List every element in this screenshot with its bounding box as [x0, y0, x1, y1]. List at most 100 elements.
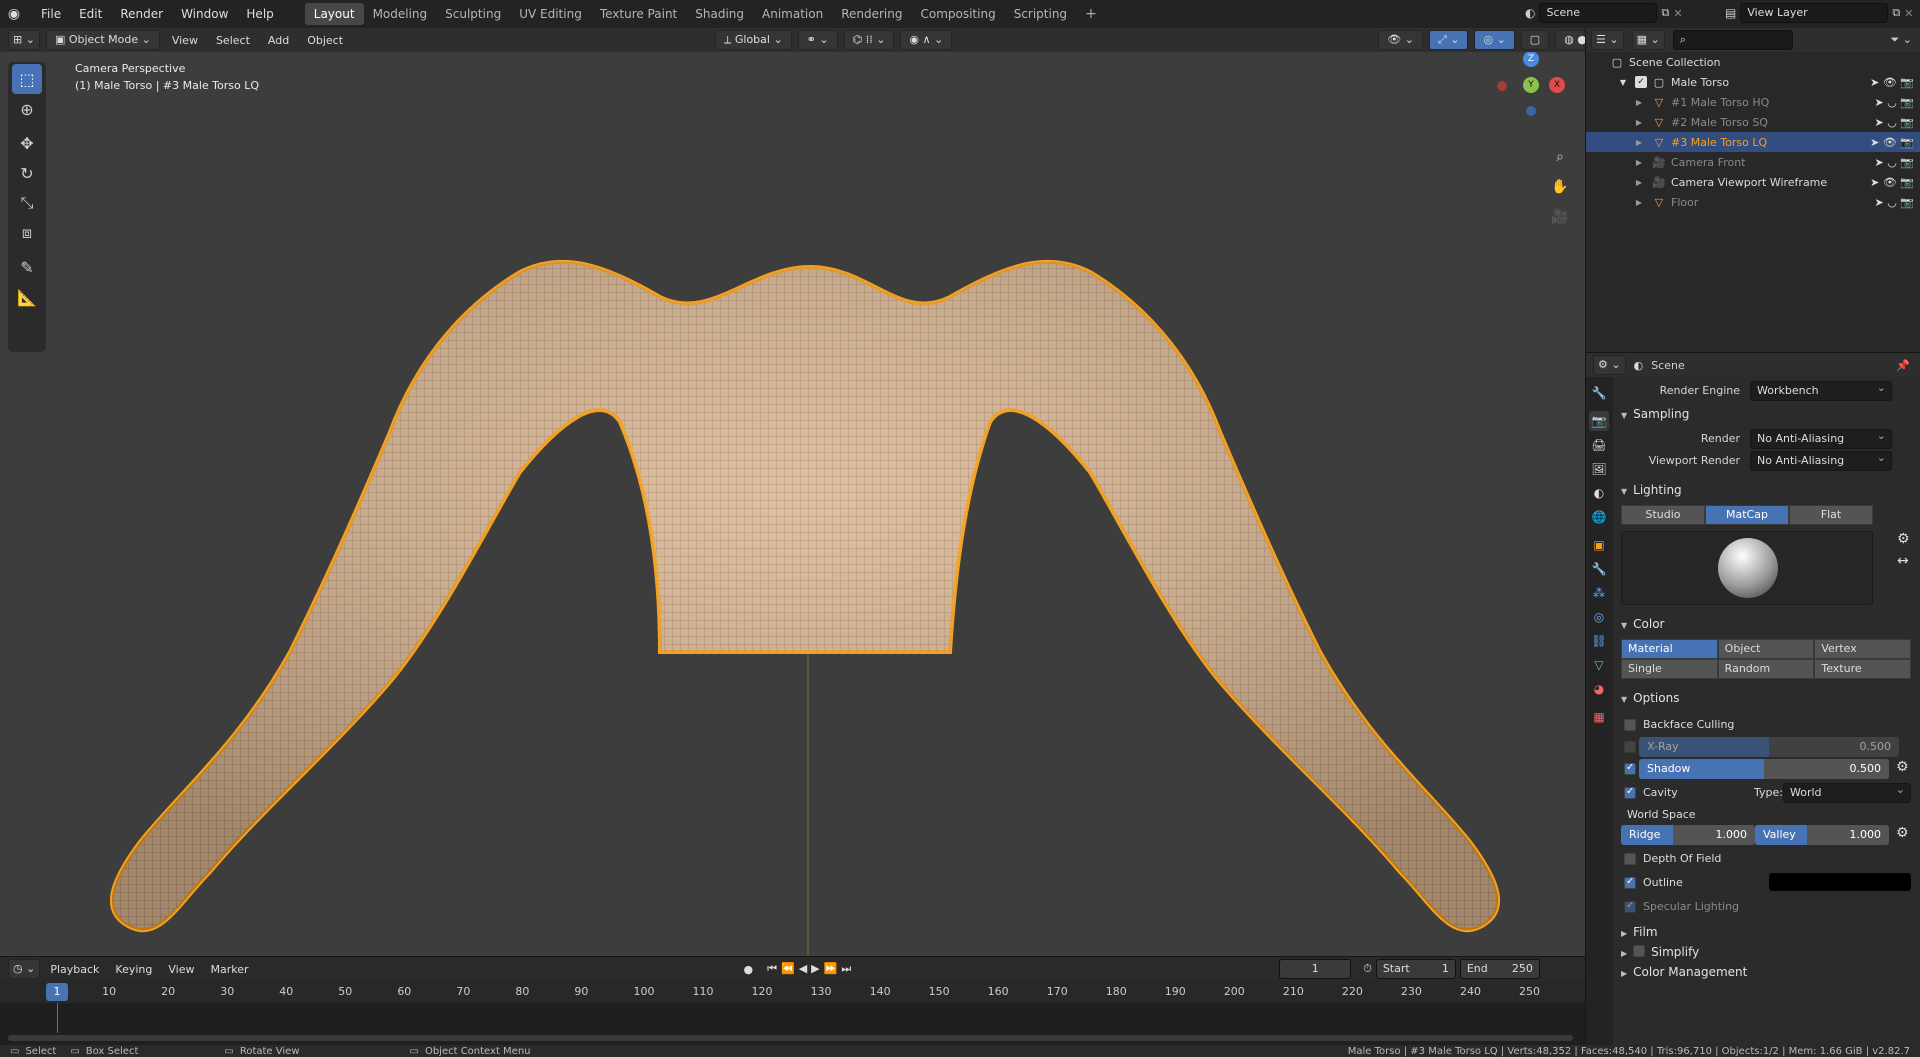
lighting-flat-button[interactable]: Flat	[1789, 505, 1873, 525]
frame-ruler[interactable]: 1 10 20 30 40 50 60 70 80 90 100 110 120 130 140 150 16…	[0, 981, 1585, 1003]
expand-arrow-icon[interactable]: ▶	[1631, 115, 1647, 129]
expand-arrow-icon[interactable]: ▼	[1615, 75, 1631, 89]
visibility-toggles[interactable]: ➤ 👁 📷	[1870, 176, 1914, 189]
navigation-gizmo[interactable]: Z Y X	[1490, 52, 1570, 142]
expand-arrow-icon[interactable]: ▶	[1631, 95, 1647, 109]
select-box-tool-icon[interactable]: ⬚	[12, 64, 42, 94]
film-section[interactable]: ▶ Film	[1621, 925, 1658, 939]
shadow-checkbox[interactable]	[1624, 762, 1636, 775]
lighting-matcap-button[interactable]: MatCap	[1705, 505, 1789, 525]
delete-scene-icon[interactable]: ✕	[1673, 7, 1682, 20]
tab-animation[interactable]: Animation	[753, 3, 832, 25]
start-frame-field[interactable]: Start 1	[1375, 959, 1456, 979]
timeline-scrollbar[interactable]	[8, 1035, 1573, 1041]
xray-checkbox[interactable]	[1624, 741, 1636, 753]
tab-scripting[interactable]: Scripting	[1005, 3, 1076, 25]
lighting-studio-button[interactable]: Studio	[1621, 505, 1705, 525]
ridge-slider[interactable]: Ridge 1.000	[1621, 825, 1755, 845]
scale-tool-icon[interactable]: ⤡	[12, 188, 42, 218]
scene-name-field[interactable]: Scene	[1539, 3, 1658, 23]
menu-window[interactable]: Window	[172, 0, 237, 28]
matcap-flip-icon[interactable]: ↔	[1897, 553, 1909, 569]
object-mode-dropdown[interactable]: ▣ Object Mode ⌄	[45, 30, 160, 50]
scene-tab-icon[interactable]: ◐	[1589, 483, 1609, 503]
transform-tool-icon[interactable]: ⧈	[12, 218, 42, 248]
outliner-collection-male-torso[interactable]: ▼ ✓ ▢ Male Torso ➤ 👁 📷	[1585, 72, 1920, 92]
3d-viewport[interactable]: ⬚ ⊕ ✥ ↻ ⤡ ⧈ ✎ 📐 Camera Perspective (1) M…	[0, 52, 1585, 957]
visibility-icon[interactable]: 👁 ⌄	[1378, 30, 1423, 50]
new-scene-icon[interactable]: ⧉	[1661, 6, 1669, 20]
camera-view-icon[interactable]: 🎥	[1547, 204, 1573, 230]
snap-icon[interactable]: ⌬ ⁞⁞ ⌄	[843, 30, 895, 50]
cavity-type-dropdown[interactable]: World	[1783, 781, 1911, 803]
outliner-scene-collection[interactable]: ▢ Scene Collection	[1585, 52, 1920, 72]
add-workspace-icon[interactable]: +	[1076, 3, 1106, 25]
view-layer-tab-icon[interactable]: 🖼	[1589, 459, 1609, 479]
sampling-viewport-dropdown[interactable]: No Anti-Aliasing	[1750, 449, 1892, 471]
color-vertex-button[interactable]: Vertex	[1814, 639, 1912, 659]
color-random-button[interactable]: Random	[1717, 659, 1815, 679]
visibility-toggles[interactable]: ➤ ◡ 📷	[1874, 96, 1914, 109]
visibility-toggles[interactable]: ➤ 👁 📷	[1870, 136, 1914, 149]
valley-slider[interactable]: Valley 1.000	[1755, 825, 1889, 845]
new-view-layer-icon[interactable]: ⧉	[1892, 6, 1900, 20]
render-engine-dropdown[interactable]: Workbench	[1750, 379, 1892, 401]
world-tab-icon[interactable]: 🌐	[1589, 507, 1609, 527]
male-torso-mesh[interactable]	[110, 259, 1500, 933]
menu-help[interactable]: Help	[237, 0, 282, 28]
tab-uv-editing[interactable]: UV Editing	[510, 3, 591, 25]
tab-rendering[interactable]: Rendering	[832, 3, 911, 25]
menu-file[interactable]: File	[32, 0, 70, 28]
keyframe-area[interactable]	[0, 1003, 1585, 1045]
outliner-item[interactable]: ▶ ▽ #2 Male Torso SQ ➤ ◡ 📷	[1585, 112, 1920, 132]
outliner-item[interactable]: ▶ 🎥 Camera Front ➤ ◡ 📷	[1585, 152, 1920, 172]
outliner-search-input[interactable]: ⌕	[1672, 30, 1793, 50]
shadow-settings-icon[interactable]: ⚙	[1896, 759, 1909, 775]
material-tab-icon[interactable]: ◕	[1589, 679, 1609, 699]
timeline-menu-keying[interactable]: Keying	[109, 963, 158, 976]
outline-color-swatch[interactable]	[1769, 873, 1911, 891]
include-checkbox-icon[interactable]: ✓	[1635, 76, 1647, 88]
gizmo-neg-z-axis[interactable]	[1526, 106, 1536, 116]
matcap-preview[interactable]	[1621, 531, 1873, 605]
expand-arrow-icon[interactable]: ▶	[1631, 135, 1647, 149]
pivot-point-icon[interactable]: ⚭ ⌄	[797, 30, 838, 50]
cavity-checkbox[interactable]	[1624, 786, 1636, 799]
filter-icon[interactable]: ⏷ ⌄	[1890, 33, 1912, 47]
cavity-settings-icon[interactable]: ⚙	[1896, 825, 1909, 841]
specular-lighting-checkbox[interactable]	[1624, 900, 1636, 913]
area-divider[interactable]	[1585, 28, 1586, 1045]
viewport-menu-object[interactable]: Object	[301, 34, 349, 47]
tab-layout[interactable]: Layout	[304, 3, 364, 25]
texture-tab-icon[interactable]: ▦	[1589, 707, 1609, 727]
viewport-menu-view[interactable]: View	[166, 34, 204, 47]
tab-shading[interactable]: Shading	[686, 3, 753, 25]
viewport-menu-select[interactable]: Select	[210, 34, 256, 47]
color-texture-button[interactable]: Texture	[1814, 659, 1912, 679]
backface-culling-checkbox[interactable]	[1624, 719, 1636, 731]
timeline-menu-marker[interactable]: Marker	[204, 963, 254, 976]
editor-type-icon[interactable]: ⊞ ⌄	[8, 30, 40, 50]
area-divider[interactable]	[0, 956, 1585, 957]
outliner-item[interactable]: ▶ ▽ #3 Male Torso LQ ➤ 👁 📷	[1585, 132, 1920, 152]
visibility-toggles[interactable]: ➤ ◡ 📷	[1874, 196, 1914, 209]
stopwatch-icon[interactable]: ⏱	[1363, 962, 1372, 976]
visibility-toggles[interactable]: ➤ ◡ 📷	[1874, 156, 1914, 169]
end-frame-field[interactable]: End 250	[1459, 959, 1540, 979]
color-material-button[interactable]: Material	[1621, 639, 1718, 659]
object-tab-icon[interactable]: ▣	[1589, 535, 1609, 555]
pan-hand-icon[interactable]: ✋	[1547, 174, 1573, 200]
expand-arrow-icon[interactable]: ▶	[1631, 195, 1647, 209]
menu-edit[interactable]: Edit	[70, 0, 111, 28]
render-tab-icon[interactable]: 📷	[1589, 411, 1609, 431]
tab-compositing[interactable]: Compositing	[911, 3, 1004, 25]
rotate-tool-icon[interactable]: ↻	[12, 158, 42, 188]
color-section[interactable]: ▼ Color	[1621, 617, 1665, 631]
area-divider[interactable]	[1585, 352, 1920, 353]
menu-render[interactable]: Render	[111, 0, 172, 28]
tab-texture-paint[interactable]: Texture Paint	[591, 3, 686, 25]
playback-controls-icon[interactable]: ⏮⏪◀▶⏩⏭	[767, 962, 855, 976]
tab-sculpting[interactable]: Sculpting	[436, 3, 510, 25]
zoom-icon[interactable]: ⌕	[1547, 144, 1573, 170]
physics-tab-icon[interactable]: ◎	[1589, 607, 1609, 627]
